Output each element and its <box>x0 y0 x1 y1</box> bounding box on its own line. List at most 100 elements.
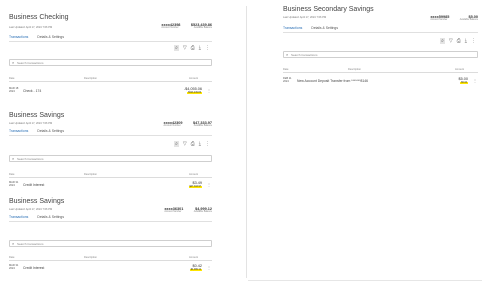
search-placeholder: Search transactions <box>17 242 44 246</box>
table-row[interactable]: FEB 11 2024 New Account Deposit Transfer… <box>283 77 478 89</box>
column-amount[interactable]: Amount <box>455 68 464 71</box>
column-description[interactable]: Description <box>84 256 97 259</box>
header-divider <box>9 81 212 82</box>
balance-caption: Available Balance <box>193 211 212 213</box>
search-icon: ⌕ <box>286 52 289 57</box>
tab-divider <box>9 41 212 42</box>
search-input[interactable]: ⌕ Search transactions <box>283 51 478 58</box>
more-icon[interactable]: ⋮ <box>205 45 210 51</box>
account-section: Business Savings Last Updated: April 17,… <box>6 112 212 192</box>
column-description[interactable]: Description <box>84 173 97 176</box>
header-divider <box>9 260 212 261</box>
account-number-caption: Account Number <box>163 125 181 127</box>
transaction-date: FEB 11 2024 <box>283 77 292 83</box>
transaction-amount: $3.49 <box>192 181 202 185</box>
transaction-date: MAR 18 2024 <box>9 87 19 93</box>
account-meta: xxxx59985 Account Number $5.00 Available B… <box>424 7 478 25</box>
search-placeholder: Search transactions <box>17 61 44 65</box>
toolbar-icons: ⌕ ▽ ⎙ ⤓ ⋮ <box>436 38 476 44</box>
table-row[interactable]: MAR 31 2024 Credit Interest $0.42 $4,999.… <box>9 264 212 274</box>
filter-icon[interactable]: ▽ <box>449 38 453 44</box>
tab-divider <box>9 221 212 222</box>
transaction-date: MAR 31 2024 <box>9 181 19 187</box>
transaction-description: New Account Deposit Transfer from ******… <box>297 79 369 83</box>
account-section: Business Secondary Savings Last Updated:… <box>280 6 478 96</box>
more-icon[interactable]: ⋮ <box>471 38 476 44</box>
column-amount[interactable]: Amount <box>189 77 198 80</box>
balance-caption: Available Balance <box>193 125 212 127</box>
account-number-caption: Account Number <box>164 211 182 213</box>
print-icon[interactable]: ⎙ <box>191 141 195 147</box>
column-amount[interactable]: Amount <box>189 256 198 259</box>
more-icon[interactable]: ⋮ <box>473 78 477 83</box>
transaction-amount-block: $0.42 $4,999.12 <box>189 264 202 271</box>
search-placeholder: Search transactions <box>291 53 318 57</box>
tab-divider <box>283 32 478 33</box>
account-number-caption: Account Number <box>430 19 448 21</box>
column-date[interactable]: Date <box>9 256 14 259</box>
search-icon: ⌕ <box>12 156 15 161</box>
transaction-amount-block: $5.00 $5.00 <box>458 77 468 84</box>
transaction-description: Credit Interest <box>23 266 45 270</box>
account-title: Business Savings <box>9 112 65 119</box>
column-description[interactable]: Description <box>84 77 97 80</box>
search-input[interactable]: ⌕ Search transactions <box>9 155 212 162</box>
account-meta: xxxx42398 Account Number $523,439.86 Avail… <box>155 15 212 33</box>
transaction-amount: $0.42 <box>192 264 202 268</box>
left-accounts-panel: Business Checking Last Updated: April 17… <box>0 0 240 280</box>
running-balance: $47,333.97 <box>188 186 202 188</box>
column-date[interactable]: Date <box>9 77 14 80</box>
search-icon[interactable]: ⌕ <box>174 141 179 147</box>
more-icon[interactable]: ⋮ <box>207 265 211 270</box>
account-number-caption: Account Number <box>161 27 179 29</box>
running-balance: $4,999.12 <box>189 269 202 271</box>
right-account-panel: Business Secondary Savings Last Updated:… <box>248 0 482 281</box>
search-icon[interactable]: ⌕ <box>174 45 179 51</box>
print-icon[interactable]: ⎙ <box>191 45 195 51</box>
account-meta: xxxx42309 Account Number $47,333.97 Availa… <box>158 113 212 131</box>
balance-caption: Available Balance <box>193 27 212 29</box>
more-icon[interactable]: ⋮ <box>207 182 211 187</box>
more-icon[interactable]: ⋮ <box>207 88 211 93</box>
more-icon[interactable]: ⋮ <box>205 141 210 147</box>
search-input[interactable]: ⌕ Search transactions <box>9 240 212 247</box>
toolbar-icons: ⌕ ▽ ⎙ ⤓ ⋮ <box>170 141 210 147</box>
filter-icon[interactable]: ▽ <box>183 45 187 51</box>
account-meta: xxxx36301 Account Number $4,999.12 Availab… <box>158 199 212 217</box>
tab-divider <box>9 135 212 136</box>
balance-caption: Available Balance <box>459 19 478 21</box>
download-icon[interactable]: ⤓ <box>199 45 201 51</box>
transaction-amount-block: $3.49 $47,333.97 <box>188 181 202 188</box>
table-row[interactable]: MAR 18 2024 Check - 174 -$4,055.06 $523,4… <box>9 87 212 97</box>
account-title: Business Checking <box>9 14 69 21</box>
account-title: Business Secondary Savings <box>283 6 374 13</box>
panel-divider <box>246 6 247 278</box>
header-divider <box>9 177 212 178</box>
search-icon: ⌕ <box>12 241 15 246</box>
table-row[interactable]: MAR 31 2024 Credit Interest $3.49 $47,333… <box>9 181 212 191</box>
last-updated: Last Updated: April 17, 2024 7:06 PM <box>9 208 53 211</box>
download-icon[interactable]: ⤓ <box>199 141 201 147</box>
transaction-date: MAR 31 2024 <box>9 264 19 270</box>
search-placeholder: Search transactions <box>17 157 44 161</box>
search-icon[interactable]: ⌕ <box>440 38 445 44</box>
transaction-amount: -$4,055.06 <box>183 87 202 91</box>
account-title: Business Savings <box>9 198 65 205</box>
header-divider <box>283 72 478 73</box>
column-date[interactable]: Date <box>283 68 288 71</box>
column-amount[interactable]: Amount <box>189 173 198 176</box>
transaction-description: Check - 174 <box>23 89 42 93</box>
column-description[interactable]: Description <box>348 68 361 71</box>
download-icon[interactable]: ⤓ <box>465 38 467 44</box>
search-input[interactable]: ⌕ Search transactions <box>9 59 212 66</box>
filter-icon[interactable]: ▽ <box>183 141 187 147</box>
account-section: Business Savings Last Updated: April 17,… <box>6 198 212 278</box>
account-section: Business Checking Last Updated: April 17… <box>6 14 212 104</box>
search-icon: ⌕ <box>12 60 15 65</box>
toolbar-icons: ⌕ ▽ ⎙ ⤓ ⋮ <box>170 45 210 51</box>
print-icon[interactable]: ⎙ <box>457 38 461 44</box>
last-updated: Last Updated: April 17, 2024 7:06 PM <box>9 122 53 125</box>
running-balance: $5.00 <box>460 82 468 84</box>
transaction-amount: $5.00 <box>458 77 468 81</box>
column-date[interactable]: Date <box>9 173 14 176</box>
